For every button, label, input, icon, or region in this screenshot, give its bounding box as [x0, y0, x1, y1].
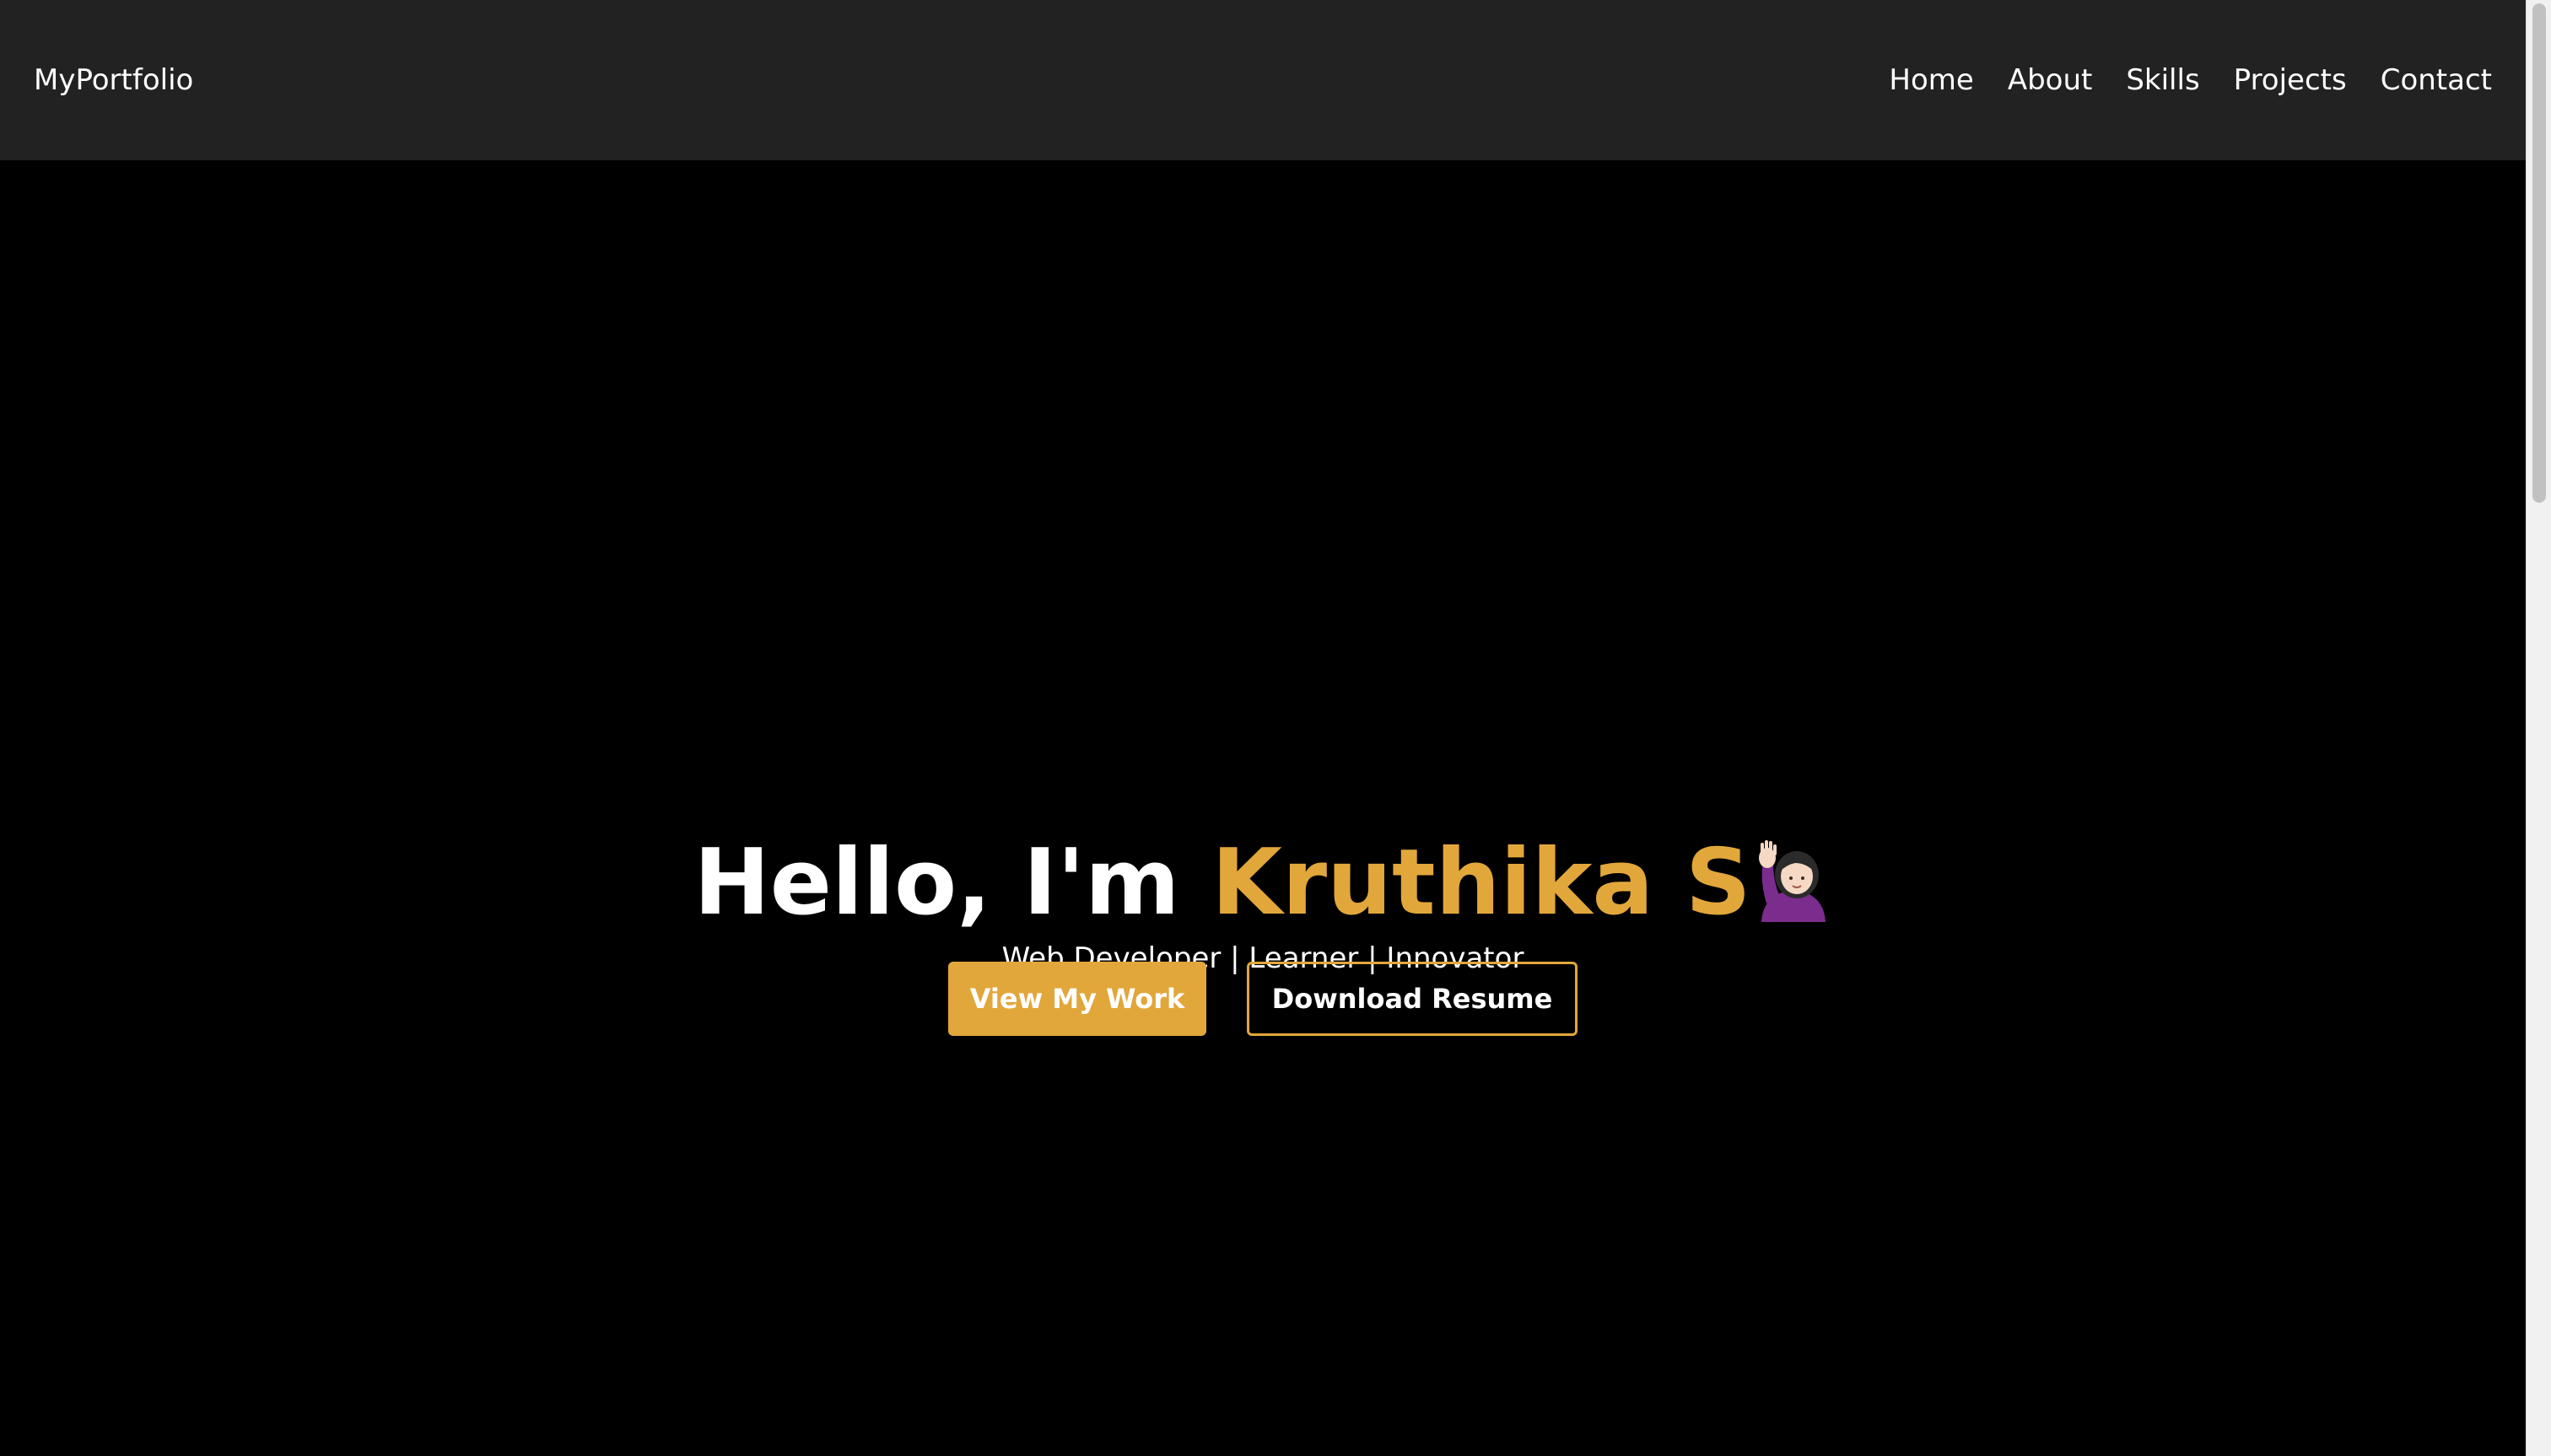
- nav-link-projects[interactable]: Projects: [2234, 63, 2347, 97]
- nav-link-home[interactable]: Home: [1889, 63, 1973, 97]
- hero-greeting: Hello, I'm: [693, 830, 1180, 936]
- nav-links: Home About Skills Projects Contact: [1889, 63, 2492, 97]
- person-raising-hand-icon: [1755, 837, 1832, 946]
- scrollbar-thumb[interactable]: [2532, 3, 2546, 503]
- hero-buttons: View My Work Download Resume: [0, 962, 2526, 1036]
- brand-logo[interactable]: MyPortfolio: [34, 63, 193, 97]
- nav-link-contact[interactable]: Contact: [2381, 63, 2492, 97]
- hero-name: Kruthika S: [1211, 830, 1751, 936]
- navbar: MyPortfolio Home About Skills Projects C…: [0, 0, 2526, 160]
- nav-link-skills[interactable]: Skills: [2126, 63, 2199, 97]
- download-resume-button[interactable]: Download Resume: [1247, 962, 1578, 1036]
- vertical-scrollbar[interactable]: [2526, 0, 2551, 1456]
- hero-title: Hello, I'm Kruthika S: [0, 828, 2526, 946]
- view-my-work-button[interactable]: View My Work: [948, 962, 1206, 1036]
- nav-link-about[interactable]: About: [2008, 63, 2093, 97]
- hero-section: Hello, I'm Kruthika S Web Developer | Le…: [0, 160, 2526, 1456]
